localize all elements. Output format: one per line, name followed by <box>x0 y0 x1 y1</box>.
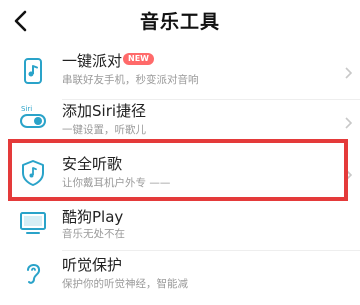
svg-text:Siri: Siri <box>21 105 32 113</box>
chevron-right-icon <box>344 115 354 129</box>
top-bar: 音乐工具 <box>0 0 360 44</box>
chevron-right-icon <box>344 65 354 79</box>
tool-subtitle: 一键设置，听歌儿 <box>62 124 146 136</box>
tool-item-hearing-protection[interactable]: 听觉保护 保护你的听觉神经，智能减 <box>0 249 360 305</box>
new-badge: NEW <box>123 53 154 65</box>
ear-icon <box>18 258 48 288</box>
monitor-icon <box>18 208 48 238</box>
tool-subtitle: 保护你的听觉神经，智能减 <box>62 278 188 290</box>
phone-music-icon <box>18 56 48 86</box>
tool-subtitle: 串联好友手机，秒变派对音响 <box>62 74 199 86</box>
highlight-frame <box>8 139 348 201</box>
tool-label: 添加Siri捷径 <box>62 102 147 120</box>
tool-subtitle: 音乐无处不在 <box>62 228 125 240</box>
tool-label: 一键派对 <box>62 52 123 70</box>
tool-label: 酷狗Play <box>62 208 124 226</box>
siri-toggle-icon: Siri <box>18 102 48 132</box>
tool-label: 听觉保护 <box>62 256 123 274</box>
page-title: 音乐工具 <box>139 11 220 33</box>
